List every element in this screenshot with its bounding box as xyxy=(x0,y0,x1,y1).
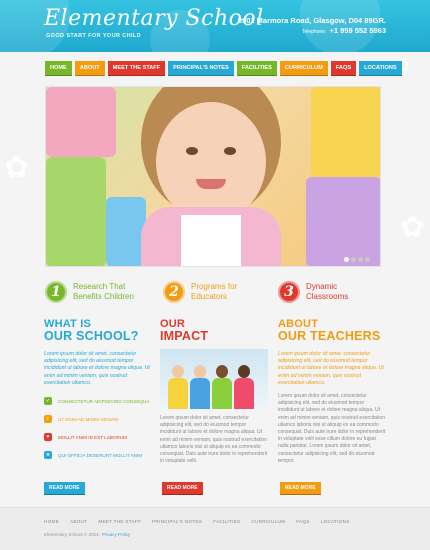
feature-line: Benefits Children xyxy=(73,292,134,301)
site-header: Elementary School GOOD START FOR YOUR CH… xyxy=(0,0,430,52)
privacy-policy-link[interactable]: Privacy Policy xyxy=(102,532,131,537)
kid-figure xyxy=(190,365,210,409)
footer-nav-home[interactable]: HOME xyxy=(44,519,59,524)
nav-curriculum[interactable]: CURRICULUM xyxy=(279,61,328,76)
column-body: Lorem ipsum dolor sit amet, consectetur … xyxy=(160,415,268,465)
hero-foam-tile xyxy=(106,197,146,266)
column-our-school: WHAT IS OUR SCHOOL? Lorem ipsum dolor si… xyxy=(44,318,152,460)
list-item[interactable]: ★ QUI OFFICIA DESERUNT MOLLIT ANIM xyxy=(44,451,152,460)
site-tagline: GOOD START FOR YOUR CHILD xyxy=(46,33,142,39)
kids-photo xyxy=(160,349,268,409)
hero-slider[interactable] xyxy=(45,86,381,267)
heart-icon: ♥ xyxy=(44,433,52,442)
copyright-text: Elementary School © 2013 xyxy=(44,532,99,537)
nav-home[interactable]: HOME xyxy=(45,61,72,76)
nav-facilities[interactable]: FACILITIES xyxy=(236,61,277,76)
footer-nav-locations[interactable]: LOCATIONS xyxy=(321,519,350,524)
butterfly-icon: ✿ xyxy=(400,211,426,244)
hero-foam-tile xyxy=(46,87,116,157)
slider-dot[interactable] xyxy=(344,257,349,262)
slider-pagination xyxy=(344,257,370,262)
hero-child-eye xyxy=(224,147,236,155)
hero-foam-tile xyxy=(306,177,380,266)
list-item-text: UT ENIM AD MINIM VENIAM xyxy=(58,416,118,422)
bolt-icon: ⚡ xyxy=(44,415,52,424)
hero-child-shirt xyxy=(181,215,241,266)
column-lead: Lorem ipsum dolor sit amet, consectetur … xyxy=(44,351,150,386)
column-title: IMPACT xyxy=(160,329,209,343)
nav-faqs[interactable]: FAQS xyxy=(330,61,357,76)
slider-dot[interactable] xyxy=(358,257,363,262)
main-nav: HOME ABOUT MEET THE STAFF PRINCIPAL'S NO… xyxy=(45,61,402,76)
footer-nav-meet-the-staff[interactable]: MEET THE STAFF xyxy=(98,519,141,524)
feature-text: Programs for Educators xyxy=(191,282,237,302)
footer-nav-facilities[interactable]: FACILITIES xyxy=(213,519,240,524)
footer-nav-curriculum[interactable]: CURRICULUM xyxy=(251,519,285,524)
list-item-text: CONSECTETUR ADIPISICING CONSEQUA xyxy=(58,398,150,404)
list-item[interactable]: ♥ MOLLIT ANIM ID EST LABORUM xyxy=(44,433,152,442)
feature-line: Classrooms xyxy=(306,292,349,301)
feature-number-badge: 1 xyxy=(45,281,67,303)
list-item-text: QUI OFFICIA DESERUNT MOLLIT ANIM xyxy=(58,452,143,458)
footer-nav-about[interactable]: ABOUT xyxy=(70,519,87,524)
kid-figure xyxy=(212,365,232,409)
feature-line: Educators xyxy=(191,292,228,301)
feature-line: Programs for xyxy=(191,282,238,291)
site-logo[interactable]: Elementary School xyxy=(44,6,264,31)
site-footer: HOME ABOUT MEET THE STAFF PRINCIPAL'S NO… xyxy=(0,507,430,550)
footer-nav: HOME ABOUT MEET THE STAFF PRINCIPAL'S NO… xyxy=(44,519,350,524)
list-item-text: MOLLIT ANIM ID EST LABORUM xyxy=(58,434,128,440)
list-item[interactable]: ⚡ UT ENIM AD MINIM VENIAM xyxy=(44,415,152,424)
feature-number-badge: 3 xyxy=(278,281,300,303)
hero-foam-tile xyxy=(311,87,380,177)
nav-about[interactable]: ABOUT xyxy=(74,61,105,76)
school-phone: Telephone: +1 959 552 5963 xyxy=(302,26,386,35)
feature-programs[interactable]: 2 Programs for Educators xyxy=(163,281,237,303)
hero-foam-tile xyxy=(46,157,106,266)
feature-text: Research That Benefits Children xyxy=(73,282,134,302)
copyright: Elementary School © 2013 Privacy Policy xyxy=(44,532,130,537)
slider-dot[interactable] xyxy=(365,257,370,262)
read-more-button[interactable]: READ MORE xyxy=(44,482,85,495)
footer-nav-faqs[interactable]: FAQS xyxy=(296,519,309,524)
check-icon: ✓ xyxy=(44,397,52,406)
butterfly-icon: ✿ xyxy=(4,151,30,184)
slider-dot[interactable] xyxy=(351,257,356,262)
feature-line: Dynamic xyxy=(306,282,338,291)
school-address: 8901 Marmora Road, Glasgow, D04 89GR. xyxy=(237,16,386,25)
feature-research[interactable]: 1 Research That Benefits Children xyxy=(45,281,134,303)
footer-nav-principals-notes[interactable]: PRINCIPAL'S NOTES xyxy=(152,519,202,524)
star-icon: ★ xyxy=(44,451,52,460)
list-item[interactable]: ✓ CONSECTETUR ADIPISICING CONSEQUA xyxy=(44,397,152,406)
hero-child-face xyxy=(156,102,266,222)
feature-classrooms[interactable]: 3 Dynamic Classrooms xyxy=(278,281,348,303)
column-title: OUR TEACHERS xyxy=(278,329,381,343)
nav-meet-the-staff[interactable]: MEET THE STAFF xyxy=(107,61,166,76)
phone-number: +1 959 552 5963 xyxy=(329,26,386,35)
column-lead: Lorem ipsum dolor sit amet, consectetur … xyxy=(278,351,384,386)
feature-text: Dynamic Classrooms xyxy=(306,282,348,302)
feature-number-badge: 2 xyxy=(163,281,185,303)
column-our-impact: OUR IMPACT Lorem ipsum dolor sit amet, c… xyxy=(160,318,268,465)
column-title: OUR SCHOOL? xyxy=(44,329,139,343)
column-body: Lorem ipsum dolor sit amet, consectetur … xyxy=(278,393,386,464)
read-more-button[interactable]: READ MORE xyxy=(162,482,203,495)
nav-locations[interactable]: LOCATIONS xyxy=(359,61,402,76)
read-more-button[interactable]: READ MORE xyxy=(280,482,321,495)
feature-line: Research That xyxy=(73,282,126,291)
kid-figure xyxy=(234,365,254,409)
nav-principals-notes[interactable]: PRINCIPAL'S NOTES xyxy=(168,61,234,76)
column-our-teachers: ABOUT OUR TEACHERS Lorem ipsum dolor sit… xyxy=(278,318,386,465)
phone-label: Telephone: xyxy=(302,29,327,35)
hero-child-eye xyxy=(186,147,198,155)
kid-figure xyxy=(168,365,188,409)
